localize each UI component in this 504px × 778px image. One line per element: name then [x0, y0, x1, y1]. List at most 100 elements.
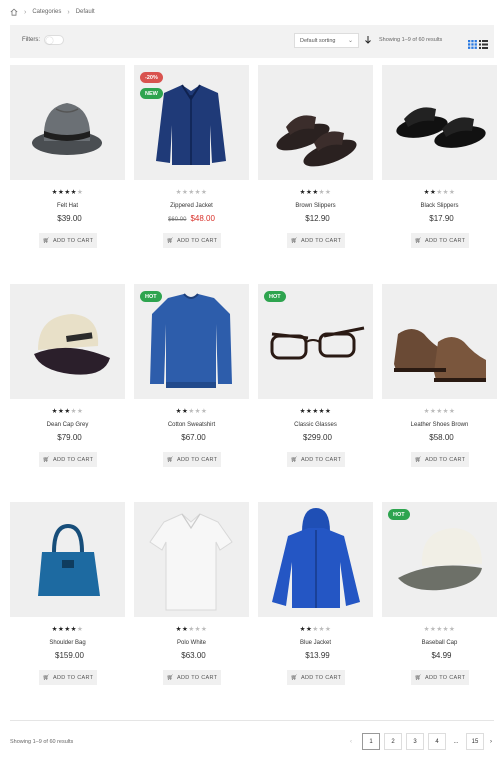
filters-toggle[interactable]: [44, 35, 64, 45]
add-to-cart-button[interactable]: 🛒︎ ADD TO CART: [39, 233, 97, 248]
product-card[interactable]: HOT ★★★★★ Classic Glasses $299.00 🛒︎ ADD …: [258, 284, 373, 467]
grid-view-icon[interactable]: [468, 36, 477, 54]
add-to-cart-button[interactable]: 🛒︎ ADD TO CART: [287, 670, 345, 685]
page-link-15[interactable]: 15: [466, 733, 484, 750]
breadcrumb-item-categories[interactable]: Categories: [32, 9, 61, 15]
blue-jacket-image: [272, 508, 360, 608]
product-name[interactable]: Brown Slippers: [258, 203, 373, 209]
star-rating: ★★★★★: [382, 626, 497, 633]
star-rating: ★★★★★: [134, 408, 249, 415]
product-image[interactable]: [382, 65, 497, 180]
product-card[interactable]: HOT ★★★★★ Cotton Sweatshirt $67.00 🛒︎ ADD…: [134, 284, 249, 467]
product-name[interactable]: Baseball Cap: [382, 640, 497, 646]
chevron-down-icon: ⌄: [347, 38, 353, 44]
felt-hat-image: [32, 103, 102, 155]
cart-icon: 🛒︎: [166, 237, 174, 244]
new-badge: NEW: [140, 88, 163, 99]
page-link-4[interactable]: 4: [428, 733, 446, 750]
star-rating: ★★★★★: [134, 189, 249, 196]
product-image[interactable]: [10, 65, 125, 180]
product-price: $58.00: [429, 433, 454, 442]
add-to-cart-button[interactable]: 🛒︎ ADD TO CART: [39, 452, 97, 467]
add-to-cart-button[interactable]: 🛒︎ ADD TO CART: [39, 670, 97, 685]
product-card[interactable]: ★★★★★ Polo White $63.00 🛒︎ ADD TO CART: [134, 502, 249, 685]
page-link-1[interactable]: 1: [362, 733, 380, 750]
star-rating: ★★★★★: [134, 626, 249, 633]
product-image[interactable]: -20% NEW: [134, 65, 249, 180]
product-name[interactable]: Felt Hat: [10, 203, 125, 209]
product-card[interactable]: ★★★★★ Shoulder Bag $159.00 🛒︎ ADD TO CART: [10, 502, 125, 685]
add-to-cart-button[interactable]: 🛒︎ ADD TO CART: [411, 233, 469, 248]
star-icon: ★: [324, 626, 332, 633]
star-rating: ★★★★★: [258, 408, 373, 415]
product-image[interactable]: HOT: [382, 502, 497, 617]
prev-page-icon[interactable]: ‹: [346, 733, 356, 750]
product-image[interactable]: [10, 502, 125, 617]
discount-badge: -20%: [140, 72, 163, 83]
add-to-cart-button[interactable]: 🛒︎ ADD TO CART: [287, 452, 345, 467]
add-to-cart-button[interactable]: 🛒︎ ADD TO CART: [411, 670, 469, 685]
product-price: $13.99: [305, 651, 330, 660]
product-name[interactable]: Leather Shoes Brown: [382, 422, 497, 428]
product-image[interactable]: [382, 284, 497, 399]
add-to-cart-button[interactable]: 🛒︎ ADD TO CART: [163, 670, 221, 685]
star-icon: ★: [200, 408, 208, 415]
cart-icon: 🛒︎: [414, 456, 422, 463]
next-page-icon[interactable]: ›: [486, 733, 496, 750]
hot-badge: HOT: [264, 291, 286, 302]
product-name[interactable]: Blue Jacket: [258, 640, 373, 646]
star-rating: ★★★★★: [10, 189, 125, 196]
cart-icon: 🛒︎: [166, 674, 174, 681]
sort-select[interactable]: Default sorting ⌄: [294, 33, 359, 48]
breadcrumb-item-current: Default: [75, 9, 95, 15]
product-image[interactable]: [10, 284, 125, 399]
add-to-cart-button[interactable]: 🛒︎ ADD TO CART: [163, 452, 221, 467]
product-card[interactable]: ★★★★★ Black Slippers $17.90 🛒︎ ADD TO CAR…: [382, 65, 497, 248]
add-to-cart-button[interactable]: 🛒︎ ADD TO CART: [411, 452, 469, 467]
product-name[interactable]: Dean Cap Grey: [10, 422, 125, 428]
product-name[interactable]: Black Slippers: [382, 203, 497, 209]
product-image[interactable]: [258, 65, 373, 180]
product-price: $17.90: [429, 214, 454, 223]
product-image[interactable]: [134, 502, 249, 617]
product-name[interactable]: Zippered Jacket: [134, 203, 249, 209]
add-to-cart-button[interactable]: 🛒︎ ADD TO CART: [287, 233, 345, 248]
list-view-icon[interactable]: [479, 36, 488, 54]
divider: [10, 720, 494, 721]
star-icon: ★: [76, 626, 84, 633]
brown-slippers-image: [276, 115, 357, 167]
breadcrumb: › Categories › Default: [10, 6, 95, 18]
breadcrumb-separator-icon: ›: [67, 8, 70, 16]
star-rating: ★★★★★: [382, 189, 497, 196]
add-to-cart-button[interactable]: 🛒︎ ADD TO CART: [163, 233, 221, 248]
product-card[interactable]: HOT ★★★★★ Baseball Cap $4.99 🛒︎ ADD TO CA…: [382, 502, 497, 685]
product-card[interactable]: ★★★★★ Dean Cap Grey $79.00 🛒︎ ADD TO CART: [10, 284, 125, 467]
leather-shoes-image: [394, 329, 486, 382]
result-count: Showing 1–9 of 60 results: [379, 37, 443, 43]
page-link-3[interactable]: 3: [406, 733, 424, 750]
cart-icon: 🛒︎: [414, 674, 422, 681]
product-name[interactable]: Shoulder Bag: [10, 640, 125, 646]
star-icon: ★: [324, 189, 332, 196]
star-rating: ★★★★★: [10, 626, 125, 633]
product-card[interactable]: ★★★★★ Felt Hat $39.00 🛒︎ ADD TO CART: [10, 65, 125, 248]
star-icon: ★: [76, 408, 84, 415]
star-rating: ★★★★★: [10, 408, 125, 415]
home-icon[interactable]: [10, 8, 18, 16]
page-link-2[interactable]: 2: [384, 733, 402, 750]
product-name[interactable]: Polo White: [134, 640, 249, 646]
sort-direction-arrow-icon[interactable]: [365, 36, 371, 46]
cart-icon: 🛒︎: [290, 674, 298, 681]
product-image[interactable]: HOT: [134, 284, 249, 399]
page-ellipsis: ...: [453, 738, 459, 745]
product-image[interactable]: HOT: [258, 284, 373, 399]
product-card[interactable]: ★★★★★ Blue Jacket $13.99 🛒︎ ADD TO CART: [258, 502, 373, 685]
product-card[interactable]: ★★★★★ Leather Shoes Brown $58.00 🛒︎ ADD T…: [382, 284, 497, 467]
product-image[interactable]: [258, 502, 373, 617]
product-name[interactable]: Cotton Sweatshirt: [134, 422, 249, 428]
product-card[interactable]: ★★★★★ Brown Slippers $12.90 🛒︎ ADD TO CAR…: [258, 65, 373, 248]
product-name[interactable]: Classic Glasses: [258, 422, 373, 428]
star-icon: ★: [200, 189, 208, 196]
hot-badge: HOT: [140, 291, 162, 302]
product-card[interactable]: -20% NEW ★★★★★ Zippered Jacket $60.00 $48…: [134, 65, 249, 248]
